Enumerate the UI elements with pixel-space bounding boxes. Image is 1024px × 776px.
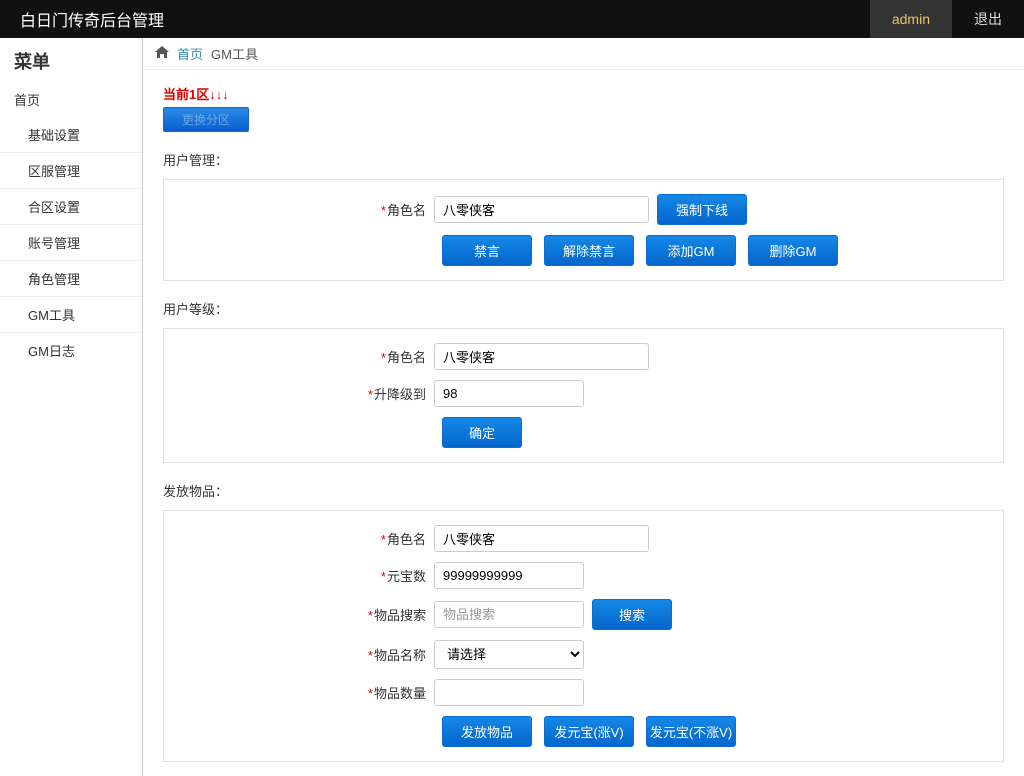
level-to-input[interactable] — [434, 380, 584, 407]
remove-gm-button[interactable]: 删除GM — [748, 235, 838, 266]
role-name-input[interactable] — [434, 196, 649, 223]
gi-search-button[interactable]: 搜索 — [592, 599, 672, 630]
breadcrumb-home-link[interactable]: 首页 — [177, 44, 203, 63]
sidebar-item-account-management[interactable]: 账号管理 — [0, 225, 142, 261]
zone-indicator: 当前1区↓↓↓ — [163, 84, 1004, 103]
sidebar-item-gm-log[interactable]: GM日志 — [0, 333, 142, 368]
give-item-panel: *角色名 *元宝数 *物品搜索 — [163, 510, 1004, 762]
sidebar: 菜单 首页 基础设置 区服管理 合区设置 账号管理 角色管理 GM工具 GM日志 — [0, 38, 143, 776]
level-role-label: *角色名 — [164, 347, 434, 366]
sidebar-item-basic-settings[interactable]: 基础设置 — [0, 117, 142, 153]
send-item-button[interactable]: 发放物品 — [442, 716, 532, 747]
level-to-label: *升降级到 — [164, 384, 434, 403]
sidebar-header: 菜单 — [0, 38, 142, 82]
role-name-label: *角色名 — [164, 200, 434, 219]
gi-itemname-select[interactable]: 请选择 — [434, 640, 584, 669]
send-yb-nov-button[interactable]: 发元宝(不涨V) — [646, 716, 736, 747]
gi-yb-input[interactable] — [434, 562, 584, 589]
gi-search-input[interactable] — [434, 601, 584, 628]
user-mgmt-title: 用户管理： — [163, 150, 1004, 169]
send-yb-v-button[interactable]: 发元宝(涨V) — [544, 716, 634, 747]
add-gm-button[interactable]: 添加GM — [646, 235, 736, 266]
user-level-title: 用户等级： — [163, 299, 1004, 318]
mute-button[interactable]: 禁言 — [442, 235, 532, 266]
gi-yb-label: *元宝数 — [164, 566, 434, 585]
gi-search-label: *物品搜索 — [164, 605, 434, 624]
sidebar-item-merge-zone[interactable]: 合区设置 — [0, 189, 142, 225]
unmute-button[interactable]: 解除禁言 — [544, 235, 634, 266]
user-level-panel: *角色名 *升降级到 确定 — [163, 328, 1004, 463]
topbar: 白日门传奇后台管理 admin 退出 — [0, 0, 1024, 38]
gi-role-input[interactable] — [434, 525, 649, 552]
switch-zone-button[interactable]: 更换分区 — [163, 107, 249, 132]
user-mgmt-panel: *角色名 强制下线 禁言 解除禁言 添加GM 删除GM — [163, 179, 1004, 281]
gi-role-label: *角色名 — [164, 529, 434, 548]
app-title: 白日门传奇后台管理 — [0, 7, 870, 31]
gi-qty-input[interactable] — [434, 679, 584, 706]
force-offline-button[interactable]: 强制下线 — [657, 194, 747, 225]
topbar-admin-link[interactable]: admin — [870, 0, 952, 38]
sidebar-item-zone-management[interactable]: 区服管理 — [0, 153, 142, 189]
confirm-level-button[interactable]: 确定 — [442, 417, 522, 448]
main: 首页 GM工具 当前1区↓↓↓ 更换分区 用户管理： *角色名 强制下线 — [143, 38, 1024, 776]
sidebar-item-gm-tools[interactable]: GM工具 — [0, 297, 142, 333]
sidebar-item-home[interactable]: 首页 — [0, 82, 142, 117]
level-role-input[interactable] — [434, 343, 649, 370]
topbar-logout-link[interactable]: 退出 — [952, 0, 1024, 38]
sidebar-item-role-management[interactable]: 角色管理 — [0, 261, 142, 297]
give-item-title: 发放物品： — [163, 481, 1004, 500]
gi-qty-label: *物品数量 — [164, 683, 434, 702]
home-icon — [155, 46, 169, 61]
breadcrumb: 首页 GM工具 — [143, 38, 1024, 70]
gi-itemname-label: *物品名称 — [164, 645, 434, 664]
breadcrumb-current: GM工具 — [211, 44, 258, 63]
